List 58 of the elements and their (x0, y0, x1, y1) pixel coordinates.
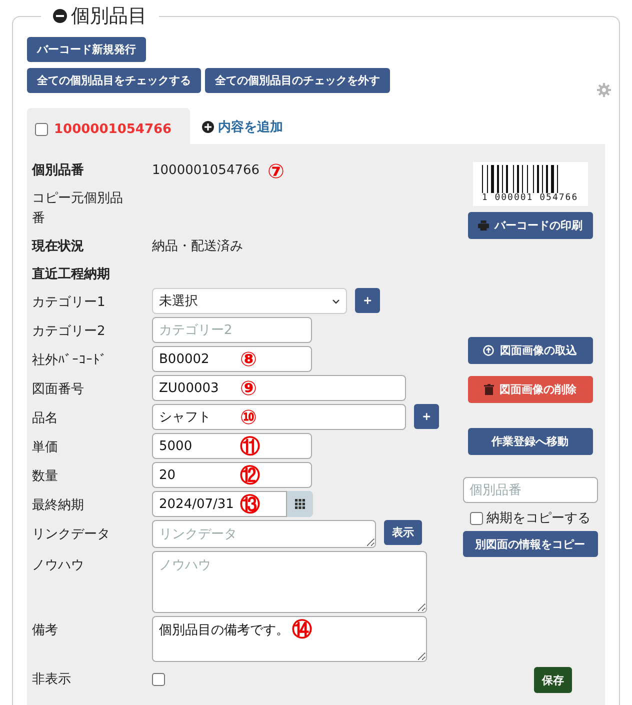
field-label: 数量 (32, 468, 59, 486)
tab-checkbox[interactable] (35, 122, 48, 136)
number-marker: ⑬ (240, 494, 260, 514)
work-registration-button[interactable]: 作業登録へ移動 (468, 428, 592, 455)
hide-checkbox[interactable] (152, 673, 165, 686)
field-value: 納品・配送済み (152, 238, 243, 256)
number-marker: ⑭ (292, 619, 312, 639)
number-marker: ⑦ (268, 161, 284, 181)
field-value: 1000001054766 (152, 162, 260, 180)
toolbar-button[interactable]: バーコード新規発行 (27, 37, 146, 62)
section-title: 個別品目 (71, 4, 147, 28)
field-label: 非表示 (32, 671, 72, 689)
copy-info-button[interactable]: 別図面の情報をコピー (462, 531, 598, 557)
number-marker: ⑩ (240, 407, 257, 427)
calendar-button[interactable] (287, 491, 313, 517)
import-button[interactable]: 図面画像の取込 (468, 337, 592, 364)
grid-icon (295, 499, 305, 509)
delete-button[interactable]: 図面画像の削除 (468, 376, 592, 403)
text-area[interactable]: ノウハウ (152, 551, 427, 613)
add-icon[interactable] (202, 121, 214, 133)
caret-icon (332, 298, 340, 304)
number-marker: ⑧ (240, 349, 257, 369)
toolbar-button[interactable]: 全ての個別品目をチェックする (27, 68, 201, 93)
field-label: 備考 (32, 622, 59, 640)
save-button[interactable]: 保存 (534, 667, 572, 693)
trash-icon (484, 384, 494, 395)
field-label: 直近工程納期 (32, 266, 111, 284)
print-button[interactable]: バーコードの印刷 (468, 212, 592, 239)
text-area[interactable]: リンクデータ (152, 520, 376, 548)
field-label: リンクデータ (32, 526, 111, 544)
add-button[interactable]: + (414, 404, 440, 429)
field-label: 品名 (32, 410, 59, 428)
toolbar-button[interactable]: 全ての個別品目のチェックを外す (205, 68, 390, 93)
field-label: 単価 (32, 439, 59, 457)
category-select[interactable]: 未選択 (152, 288, 347, 314)
show-button[interactable]: 表示 (384, 520, 422, 545)
field-label: カテゴリー2 (32, 323, 106, 341)
printer-icon (478, 220, 488, 231)
number-marker: ⑪ (240, 436, 260, 456)
add-content-link[interactable]: 内容を追加 (218, 118, 283, 136)
field-label: 現在状況 (32, 238, 85, 256)
add-button[interactable]: + (355, 288, 380, 313)
field-label: 図面番号 (32, 381, 85, 399)
field-label: 社外ﾊﾞｰｺｰﾄﾞ (32, 352, 108, 370)
collapse-icon[interactable] (53, 9, 67, 23)
barcode-number: 1 000001 054766 (482, 193, 578, 203)
upload-icon (483, 345, 494, 356)
field-label: コピー元個別品番 (32, 190, 124, 228)
field-label: 最終納期 (32, 497, 85, 515)
number-marker: ⑨ (240, 378, 257, 398)
text-field[interactable]: カテゴリー2 (152, 317, 312, 343)
copy-source-field[interactable]: 個別品番 (462, 477, 598, 503)
copy-due-checkbox[interactable] (470, 512, 482, 524)
field-label: ノウハウ (32, 557, 85, 575)
field-label: 個別品番 (32, 162, 85, 180)
field-label: カテゴリー1 (32, 294, 106, 312)
number-marker: ⑫ (240, 465, 260, 485)
checkbox-label: 納期をコピーする (486, 510, 590, 527)
